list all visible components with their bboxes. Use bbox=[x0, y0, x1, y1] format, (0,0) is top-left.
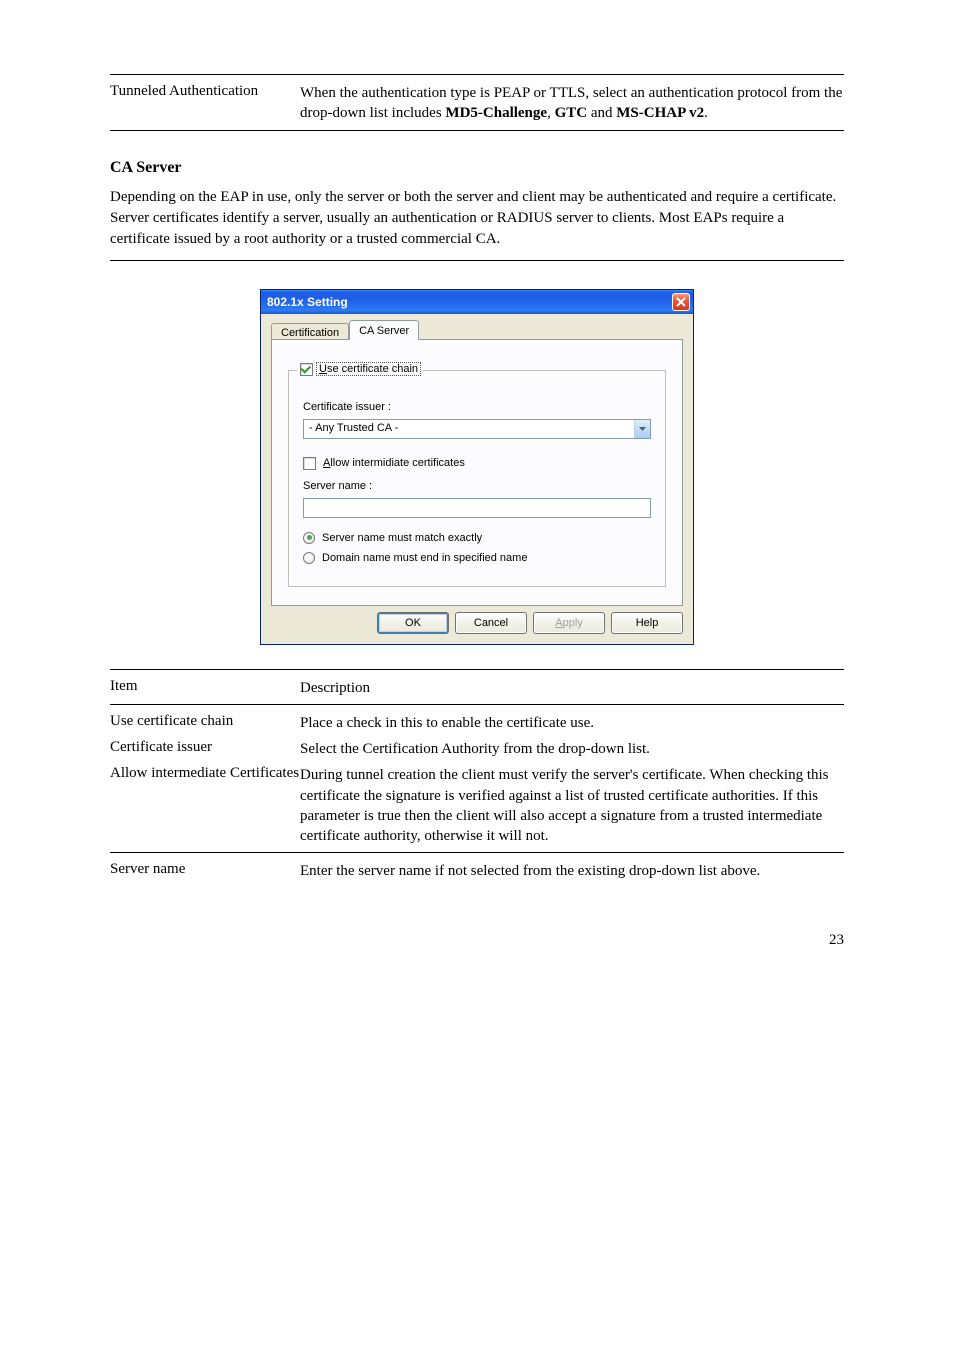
divider bbox=[110, 130, 844, 131]
server-name-input[interactable] bbox=[303, 498, 651, 518]
divider bbox=[110, 669, 844, 670]
radio-row-exact: Server name must match exactly bbox=[303, 532, 651, 544]
close-icon bbox=[676, 297, 686, 307]
page-number: 23 bbox=[110, 932, 844, 949]
tab-ca-server[interactable]: CA Server bbox=[349, 320, 419, 340]
radio-domain-end[interactable] bbox=[303, 552, 315, 564]
divider bbox=[110, 260, 844, 261]
use-certificate-chain-checkbox[interactable] bbox=[300, 363, 313, 376]
row-desc: When the authentication type is PEAP or … bbox=[300, 83, 844, 124]
row-label: Certificate issuer bbox=[110, 739, 300, 756]
divider bbox=[110, 852, 844, 853]
table-header-row: Item Description bbox=[110, 678, 844, 698]
row-desc: Select the Certification Authority from … bbox=[300, 739, 844, 759]
row-label: Server name bbox=[110, 861, 300, 878]
divider bbox=[110, 74, 844, 75]
cancel-button[interactable]: Cancel bbox=[455, 612, 527, 634]
apply-button[interactable]: Apply bbox=[533, 612, 605, 634]
dialog-window: 802.1x Setting Certification CA Server U… bbox=[260, 289, 694, 645]
radio-row-domain: Domain name must end in specified name bbox=[303, 552, 651, 564]
group-legend: Use certificate chain bbox=[297, 363, 423, 376]
table-row: Certificate issuer Select the Certificat… bbox=[110, 739, 844, 759]
dropdown-button[interactable] bbox=[634, 420, 650, 438]
definition-row: Tunneled Authentication When the authent… bbox=[110, 83, 844, 124]
help-button[interactable]: Help bbox=[611, 612, 683, 634]
row-label: Use certificate chain bbox=[110, 713, 300, 730]
row-desc: Enter the server name if not selected fr… bbox=[300, 861, 844, 881]
titlebar: 802.1x Setting bbox=[261, 290, 693, 314]
table-row: Allow intermediate Certificates During t… bbox=[110, 765, 844, 846]
tab-bar: Certification CA Server bbox=[271, 320, 683, 340]
certificate-issuer-label: Certificate issuer : bbox=[303, 401, 651, 413]
table-row: Server name Enter the server name if not… bbox=[110, 861, 844, 881]
document-page: Tunneled Authentication When the authent… bbox=[0, 0, 954, 1009]
ok-button[interactable]: OK bbox=[377, 612, 449, 634]
table-row: Use certificate chain Place a check in t… bbox=[110, 713, 844, 733]
row-desc: Place a check in this to enable the cert… bbox=[300, 713, 844, 733]
use-certificate-chain-label: Use certificate chain bbox=[317, 363, 420, 375]
close-button[interactable] bbox=[672, 293, 690, 311]
dialog-button-row: OK Cancel Apply Help bbox=[271, 612, 683, 634]
paragraph: Depending on the EAP in use, only the se… bbox=[110, 187, 844, 250]
col-header-desc: Description bbox=[300, 678, 844, 698]
radio-match-exactly-label: Server name must match exactly bbox=[322, 532, 482, 544]
row-desc: During tunnel creation the client must v… bbox=[300, 765, 844, 846]
section-heading: CA Server bbox=[110, 159, 844, 177]
dialog-figure: 802.1x Setting Certification CA Server U… bbox=[110, 289, 844, 645]
radio-match-exactly[interactable] bbox=[303, 532, 315, 544]
row-label: Allow intermediate Certificates bbox=[110, 765, 300, 782]
groupbox-certificate-chain: Use certificate chain Certificate issuer… bbox=[288, 370, 666, 587]
chevron-down-icon bbox=[639, 427, 646, 431]
row-label: Tunneled Authentication bbox=[110, 83, 300, 100]
col-header-item: Item bbox=[110, 678, 300, 695]
tab-panel-ca-server: Use certificate chain Certificate issuer… bbox=[271, 339, 683, 606]
dropdown-value: - Any Trusted CA - bbox=[304, 420, 634, 438]
allow-intermediate-row: Allow intermidiate certificates bbox=[303, 457, 651, 470]
certificate-issuer-dropdown[interactable]: - Any Trusted CA - bbox=[303, 419, 651, 439]
server-name-label: Server name : bbox=[303, 480, 651, 492]
divider bbox=[110, 704, 844, 705]
allow-intermediate-label: Allow intermidiate certificates bbox=[323, 457, 465, 469]
window-title: 802.1x Setting bbox=[267, 295, 348, 309]
allow-intermediate-checkbox[interactable] bbox=[303, 457, 316, 470]
radio-domain-end-label: Domain name must end in specified name bbox=[322, 552, 527, 564]
dialog-body: Certification CA Server Use certificate … bbox=[261, 314, 693, 644]
